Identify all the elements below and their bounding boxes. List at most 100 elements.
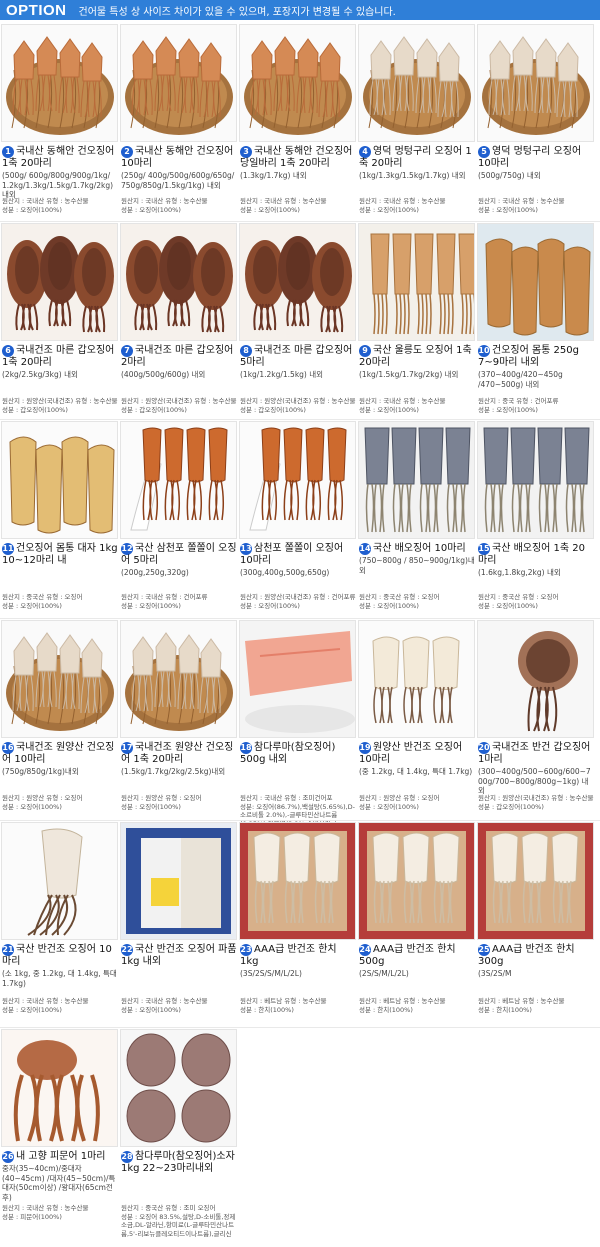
product-photo[interactable]: [477, 620, 594, 738]
option-title-block: 10 건오징어 몸통 250g 7~9마리 내외 (370~400g/420~450…: [478, 345, 594, 389]
option-origin-info: 원산지 : 국내산 유형 : 농수산물 성분 : 오징어(100%): [359, 397, 475, 414]
product-photo[interactable]: [358, 223, 475, 341]
option-title: 국산 반건조 오징어 10마리: [2, 944, 112, 967]
option-title: 국내건조 원양산 건오징어 1축 20마리: [121, 742, 234, 765]
product-photo[interactable]: [358, 24, 475, 142]
product-photo[interactable]: [120, 421, 237, 539]
option-title-block: 7 국내건조 마른 갑오징어 2마리 (400g/500g/600g) 내외: [121, 345, 237, 380]
product-photo[interactable]: [239, 223, 356, 341]
option-origin-info: 원산지 : 베트남 유형 : 농수산물 성분 : 한치(100%): [478, 997, 594, 1014]
option-size-detail: (500g/ 600g/800g/900g/1kg/ 1.2kg/1.3kg/1…: [2, 171, 114, 199]
option-title: 국산 반건조 오징어 파품 1kg 내외: [121, 944, 237, 967]
product-photo[interactable]: [1, 620, 118, 738]
product-photo[interactable]: [477, 24, 594, 142]
product-photo[interactable]: [1, 24, 118, 142]
product-photo[interactable]: [120, 822, 237, 940]
product-photo[interactable]: [1, 822, 118, 940]
option-origin-info: 원산지 : 원양산 유형 : 오징어 성분 : 오징어(100%): [2, 794, 118, 811]
row-divider: [0, 221, 600, 222]
option-title-block: 5 영덕 멍텅구리 오징어 10마리 (500g/750g) 내외: [478, 146, 594, 181]
product-photo[interactable]: [1, 1029, 118, 1147]
option-title-block: 15 국산 배오징어 1축 20마리 (1.6kg,1.8kg,2kg) 내외: [478, 543, 594, 578]
product-photo[interactable]: [477, 822, 594, 940]
option-size-detail: (1kg/1.2kg/1.5kg) 내외: [240, 370, 324, 379]
composition-line: 성분 : 피문어(100%): [2, 1212, 62, 1221]
origin-line: 원산지 : 국내산 유형 : 농수산물: [240, 197, 327, 205]
option-origin-info: 원산지 : 국내산 유형 : 농수산물 성분 : 오징어(100%): [2, 997, 118, 1014]
option-size-detail: (250g/ 400g/500g/600g/650g/ 750g/850g/1.…: [121, 171, 235, 190]
option-title: 참다루마(참오징어)소자 1kg 22~23마리내외: [121, 1151, 235, 1174]
composition-line: 성분 : 오징어(100%): [359, 802, 419, 811]
origin-line: 원산지 : 원양산 유형 : 오징어: [2, 794, 83, 802]
option-size-detail: (중 1.2kg, 대 1.4kg, 특대 1.7kg): [359, 767, 473, 776]
option-title-block: 6 국내건조 마른 갑오징어 1축 20마리 (2kg/2.5kg/3kg) 내외: [2, 345, 118, 380]
product-photo[interactable]: [1, 223, 118, 341]
option-size-detail: (2kg/2.5kg/3kg) 내외: [2, 370, 78, 379]
composition-line: 성분 : 한치(100%): [240, 1005, 294, 1014]
option-number-badge: 12: [121, 543, 133, 555]
product-photo[interactable]: [358, 822, 475, 940]
product-photo[interactable]: [477, 421, 594, 539]
option-title-block: 11 건오징어 몸통 대자 1kg 10~12마리 내: [2, 543, 118, 567]
option-size-detail: (3S/2S/M: [478, 969, 512, 978]
option-number-badge: 23: [240, 944, 252, 956]
product-photo[interactable]: [239, 620, 356, 738]
composition-line: 성분 : 오징어(100%): [121, 802, 181, 811]
row-divider: [0, 820, 600, 821]
product-photo[interactable]: [239, 24, 356, 142]
origin-line: 원산지 : 국내산 유형 : 농수산물: [121, 997, 208, 1005]
composition-line: 성분 : 오징어 83.5%,설탕,D-소비톨,정제소금,DL-알라닌,항미료(…: [121, 1212, 236, 1238]
option-title: 국내산 동해안 건오징어 당일바리 1축 20마리: [240, 146, 353, 169]
option-title: 건오징어 몸통 대자 1kg 10~12마리 내: [2, 543, 118, 566]
option-number-badge: 1: [2, 146, 14, 158]
product-photo[interactable]: [120, 1029, 237, 1147]
option-origin-info: 원산지 : 중국산 유형 : 오징어 성분 : 오징어(100%): [478, 593, 594, 610]
option-number-badge: 21: [2, 944, 14, 956]
option-number-badge: 22: [121, 944, 133, 956]
option-origin-info: 원산지 : 원양산 유형 : 오징어 성분 : 오징어(100%): [359, 794, 475, 811]
option-title: 국산 삼천포 쫄쫄이 오징어 5마리: [121, 543, 237, 566]
composition-line: 성분 : 오징어(100%): [359, 205, 419, 214]
product-photo[interactable]: [120, 223, 237, 341]
composition-line: 성분 : 오징어(100%): [240, 205, 300, 214]
option-origin-info: 원산지 : 원양산 유형 : 오징어 성분 : 오징어(100%): [121, 794, 237, 811]
origin-line: 원산지 : 원양산 유형 : 오징어: [359, 794, 440, 802]
option-size-detail: (500g/750g) 내외: [478, 171, 541, 180]
option-title-block: 26 내 고향 피문어 1마리 중자(35~40cm)/중대자(40~45cm) /…: [2, 1151, 118, 1202]
option-title: 국내건조 마른 갑오징어 1축 20마리: [2, 345, 115, 368]
option-title: 국내건조 원양산 건오징어 10마리: [2, 742, 115, 765]
option-origin-info: 원산지 : 국내산 유형 : 농수산물 성분 : 오징어(100%): [121, 997, 237, 1014]
product-photo[interactable]: [239, 822, 356, 940]
option-size-detail: (소 1kg, 중 1.2kg, 대 1.4kg, 특대 1.7kg): [2, 969, 117, 988]
option-title-block: 2 국내산 동해안 건오징어 10마리 (250g/ 400g/500g/600g/…: [121, 146, 237, 190]
option-title: 삼천포 쫄쫄이 오징어 10마리: [240, 543, 344, 566]
option-title: 국내건조 반건 갑오징어 1마리: [478, 742, 591, 765]
option-title-block: 22 국산 반건조 오징어 파품 1kg 내외: [121, 944, 237, 968]
option-origin-info: 원산지 : 국내산 유형 : 농수산물 성분 : 오징어(100%): [359, 197, 475, 214]
product-photo[interactable]: [477, 223, 594, 341]
option-origin-info: 원산지 : 중국 유형 : 건어포류 성분 : 오징어(100%): [478, 397, 594, 414]
option-number-badge: 13: [240, 543, 252, 555]
row-divider: [0, 419, 600, 420]
option-title: 참다루마(참오징어) 500g 내외: [240, 742, 336, 765]
composition-line: 성분 : 오징어(100%): [240, 601, 300, 610]
product-photo[interactable]: [358, 421, 475, 539]
origin-line: 원산지 : 국내산 유형 : 농수산물: [121, 197, 208, 205]
option-title-block: 17 국내건조 원양산 건오징어 1축 20마리 (1.5kg/1.7kg/2kg/…: [121, 742, 237, 777]
option-number-badge: 6: [2, 345, 14, 357]
product-photo[interactable]: [120, 24, 237, 142]
composition-line: 성분 : 한치(100%): [359, 1005, 413, 1014]
option-number-badge: 25: [478, 944, 490, 956]
option-title-block: 19 원양산 반건조 오징어 10마리 (중 1.2kg, 대 1.4kg, 특대 …: [359, 742, 475, 777]
option-origin-info: 원산지 : 베트남 유형 : 농수산물 성분 : 한치(100%): [240, 997, 356, 1014]
option-title: 국내건조 마른 갑오징어 5마리: [240, 345, 353, 368]
option-origin-info: 원산지 : 국내산 유형 : 건어포류 성분 : 오징어(100%): [121, 593, 237, 610]
option-size-detail: (1.5kg/1.7kg/2kg/2.5kg)내외: [121, 767, 226, 776]
option-size-detail: 중자(35~40cm)/중대자(40~45cm) /대자(45~50cm)/특대…: [2, 1164, 116, 1202]
product-photo[interactable]: [1, 421, 118, 539]
product-photo[interactable]: [358, 620, 475, 738]
product-photo[interactable]: [239, 421, 356, 539]
row-divider: [0, 618, 600, 619]
product-photo[interactable]: [120, 620, 237, 738]
origin-line: 원산지 : 국내산 유형 : 농수산물: [2, 997, 89, 1005]
